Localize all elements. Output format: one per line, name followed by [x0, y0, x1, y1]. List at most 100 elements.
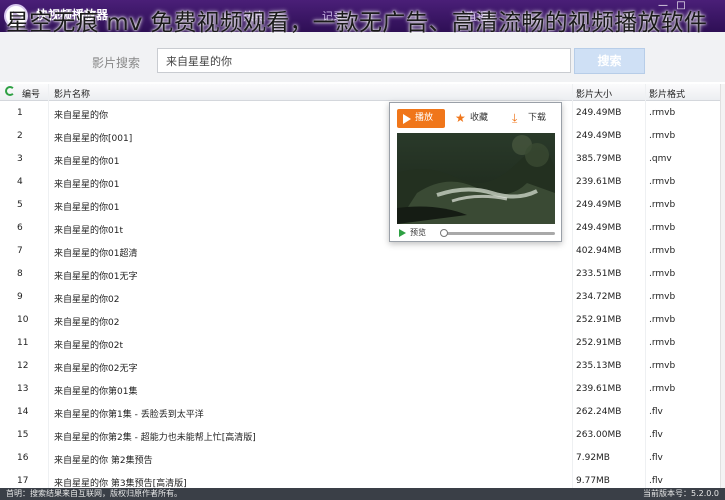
row-title: 来自星星的你01	[54, 157, 120, 167]
download-label: 下载	[528, 113, 547, 123]
row-title: 来自星星的你02无字	[54, 364, 138, 374]
table-row[interactable]: 9 来自星星的你02 234.72MB .rmvb	[0, 285, 720, 308]
row-format: .rmvb	[649, 177, 676, 187]
row-format: .flv	[649, 430, 663, 440]
row-format: .rmvb	[649, 246, 676, 256]
video-thumbnail[interactable]	[397, 133, 555, 224]
row-number: 13	[17, 384, 29, 394]
column-header-number[interactable]: 编号	[22, 87, 40, 100]
preview-label: 预览	[410, 228, 426, 237]
search-input[interactable]	[157, 48, 571, 73]
download-icon: ⤓	[512, 111, 518, 125]
status-bar: 首明：搜索结果来自互联网，版权归原作者所有。 当前版本号：5.2.0.0	[0, 488, 725, 500]
column-grid-line	[48, 84, 49, 488]
preview-popup: 播放 ★ 收藏 ⤓ 下载 预览	[389, 102, 562, 242]
table-row[interactable]: 12 来自星星的你02无字 235.13MB .rmvb	[0, 354, 720, 377]
progress-knob[interactable]	[440, 229, 449, 237]
row-title: 来自星星的你	[54, 111, 109, 121]
row-format: .rmvb	[649, 292, 676, 302]
table-row[interactable]: 6 来自星星的你01t 249.49MB .rmvb	[0, 216, 720, 239]
row-size: 234.72MB	[576, 292, 622, 302]
column-header-size[interactable]: 影片大小	[576, 87, 612, 100]
table-row[interactable]: 7 来自星星的你01超清 402.94MB .rmvb	[0, 239, 720, 262]
row-title: 来自星星的你第01集	[54, 387, 138, 397]
progress-track[interactable]	[441, 232, 555, 235]
row-title: 来自星星的你 第2集预告	[54, 456, 153, 466]
row-size: 7.92MB	[576, 453, 610, 463]
row-number: 9	[17, 292, 23, 302]
row-title: 来自星星的你01	[54, 203, 120, 213]
search-button[interactable]: 搜索	[574, 48, 645, 74]
row-title: 来自星星的你01超清	[54, 249, 138, 259]
row-size: 249.49MB	[576, 108, 622, 118]
refresh-icon[interactable]	[5, 86, 15, 96]
scrollbar[interactable]	[720, 84, 725, 488]
table-row[interactable]: 4 来自星星的你01 239.61MB .rmvb	[0, 170, 720, 193]
row-format: .rmvb	[649, 361, 676, 371]
preview-play-icon[interactable]	[399, 229, 406, 237]
row-format: .rmvb	[649, 338, 676, 348]
table-row[interactable]: 15 来自星星的你第2集 - 超能力也未能帮上忙[高清版] 263.00MB .flv	[0, 423, 720, 446]
row-size: 233.51MB	[576, 269, 622, 279]
row-size: 239.61MB	[576, 384, 622, 394]
row-number: 3	[17, 154, 23, 164]
favorite-button[interactable]: ★ 收藏	[450, 109, 498, 128]
row-number: 1	[17, 108, 23, 118]
row-size: 262.24MB	[576, 407, 622, 417]
row-format: .flv	[649, 407, 663, 417]
video-table: 编号 影片名称 影片大小 影片格式 1 来自星星的你 249.49MB .rmvb 2 来…	[0, 84, 720, 489]
table-row[interactable]: 13 来自星星的你第01集 239.61MB .rmvb	[0, 377, 720, 400]
row-title: 来自星星的你02	[54, 295, 120, 305]
row-number: 4	[17, 177, 23, 187]
table-header: 编号 影片名称 影片大小 影片格式	[0, 84, 720, 101]
row-format: .rmvb	[649, 315, 676, 325]
table-row[interactable]: 1 来自星星的你 249.49MB .rmvb	[0, 101, 720, 124]
table-row[interactable]: 11 来自星星的你02t 252.91MB .rmvb	[0, 331, 720, 354]
row-format: .rmvb	[649, 384, 676, 394]
table-row[interactable]: 5 来自星星的你01 249.49MB .rmvb	[0, 193, 720, 216]
column-grid-line	[645, 84, 646, 488]
row-title: 来自星星的你01t	[54, 226, 123, 236]
row-size: 402.94MB	[576, 246, 622, 256]
row-format: .rmvb	[649, 269, 676, 279]
table-row[interactable]: 3 来自星星的你01 385.79MB .qmv	[0, 147, 720, 170]
row-number: 12	[17, 361, 29, 371]
row-number: 11	[17, 338, 29, 348]
row-format: .rmvb	[649, 200, 676, 210]
table-row[interactable]: 16 来自星星的你 第2集预告 7.92MB .flv	[0, 446, 720, 469]
status-disclaimer: 首明：搜索结果来自互联网，版权归原作者所有。	[6, 489, 182, 498]
play-label: 播放	[415, 113, 434, 123]
row-size: 9.77MB	[576, 476, 610, 486]
row-number: 8	[17, 269, 23, 279]
table-row[interactable]: 10 来自星星的你02 252.91MB .rmvb	[0, 308, 720, 331]
row-size: 249.49MB	[576, 131, 622, 141]
play-icon	[403, 114, 411, 124]
row-title: 来自星星的你第1集 - 丢脸丢到太平洋	[54, 410, 204, 420]
overlay-caption: 星空无痕 mv 免费视频观看，一款无广告、高清流畅的视频播放软件	[6, 10, 708, 36]
column-grid-line	[572, 84, 573, 488]
table-row[interactable]: 2 来自星星的你[001] 249.49MB .rmvb	[0, 124, 720, 147]
row-format: .rmvb	[649, 131, 676, 141]
column-header-format[interactable]: 影片格式	[649, 87, 685, 100]
row-size: 249.49MB	[576, 200, 622, 210]
row-size: 263.00MB	[576, 430, 622, 440]
row-size: 239.61MB	[576, 177, 622, 187]
favorite-label: 收藏	[470, 113, 489, 123]
row-title: 来自星星的你02	[54, 318, 120, 328]
search-label: 影片搜索	[92, 56, 141, 70]
play-button[interactable]: 播放	[397, 109, 445, 128]
row-size: 385.79MB	[576, 154, 622, 164]
version-label: 当前版本号：5.2.0.0	[643, 489, 719, 498]
table-row[interactable]: 14 来自星星的你第1集 - 丢脸丢到太平洋 262.24MB .flv	[0, 400, 720, 423]
row-number: 17	[17, 476, 29, 486]
row-size: 235.13MB	[576, 361, 622, 371]
row-number: 2	[17, 131, 23, 141]
row-size: 252.91MB	[576, 338, 622, 348]
row-title: 来自星星的你01	[54, 180, 120, 190]
download-button[interactable]: ⤓ 下载	[504, 109, 554, 128]
table-row[interactable]: 8 来自星星的你01无字 233.51MB .rmvb	[0, 262, 720, 285]
row-format: .flv	[649, 453, 663, 463]
row-format: .rmvb	[649, 108, 676, 118]
row-size: 252.91MB	[576, 315, 622, 325]
column-header-name[interactable]: 影片名称	[54, 87, 90, 100]
